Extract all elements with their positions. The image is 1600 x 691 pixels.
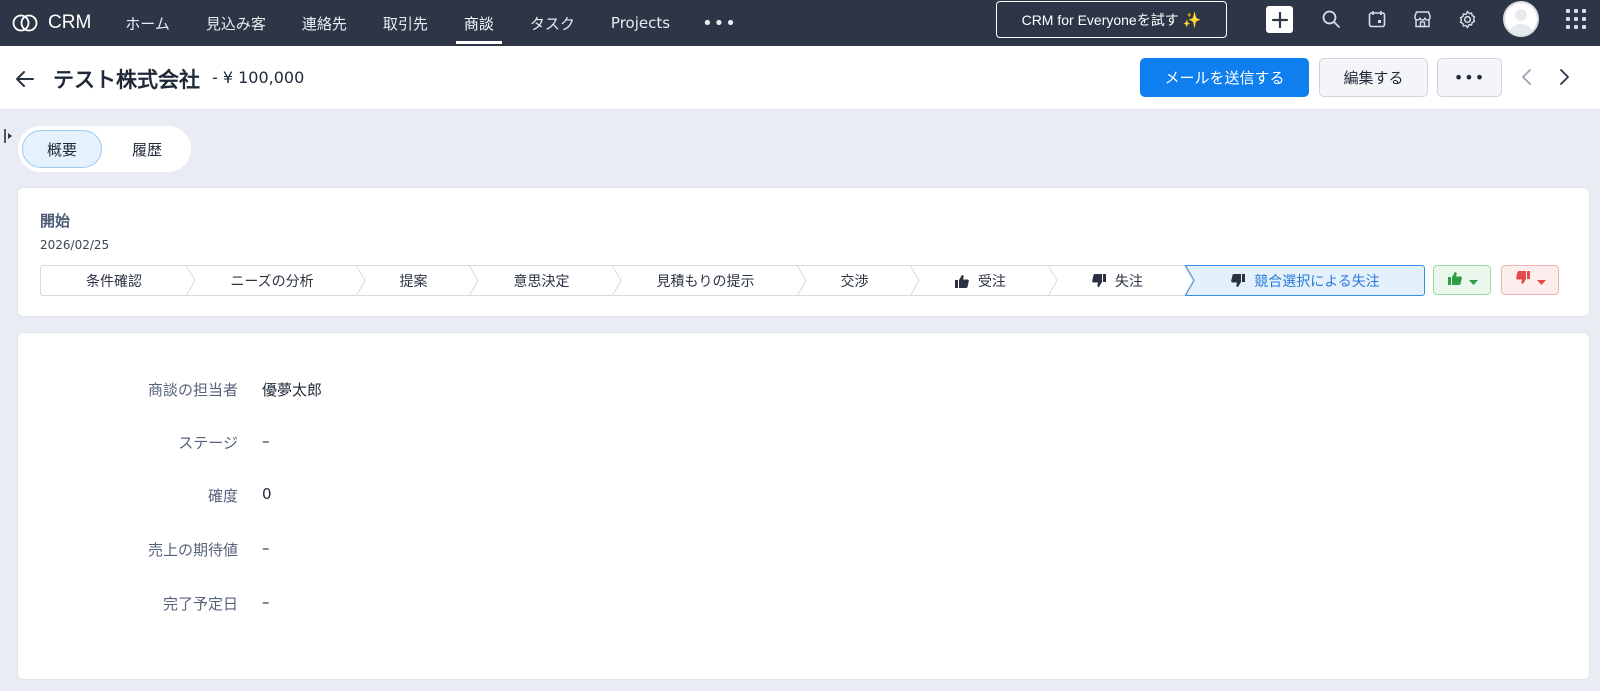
nav-item-tasks[interactable]: タスク xyxy=(512,0,593,46)
stage-label: 条件確認 xyxy=(86,273,142,290)
stage-step[interactable]: 見積もりの提示 xyxy=(613,265,807,296)
thumbs-down-icon xyxy=(1230,273,1246,289)
field-value[interactable]: – xyxy=(262,432,270,450)
field-label: 売上の期待値 xyxy=(147,541,238,559)
stage-step-won[interactable]: 受注 xyxy=(911,265,1058,296)
stage-start-label: 開始 xyxy=(40,212,71,230)
stage-label: 交渉 xyxy=(840,273,869,290)
record-amount: - ¥ 100,000 xyxy=(212,68,305,87)
stage-label: 見積もりの提示 xyxy=(656,273,755,290)
stage-step[interactable]: 交渉 xyxy=(798,265,920,296)
stage-label: ニーズの分析 xyxy=(230,273,314,290)
stage-start-date: 2026/02/25 xyxy=(40,238,110,252)
stage-card: 開始 2026/02/25 条件確認 ニーズの分析 提案 意思決定 見積もりの提… xyxy=(17,187,1590,317)
stage-label: 失注 xyxy=(1115,273,1143,290)
try-crm-for-everyone-button[interactable]: CRM for Everyoneを試す ✨ xyxy=(996,1,1227,38)
apps-grid-icon[interactable] xyxy=(1566,9,1586,29)
thumbs-down-icon xyxy=(1091,273,1107,289)
brand-name: CRM xyxy=(48,12,92,33)
sparkle-icon: ✨ xyxy=(1182,11,1202,29)
field-row-expected-revenue: 売上の期待値 – xyxy=(18,539,918,563)
field-value[interactable]: 0 xyxy=(262,485,272,503)
crm-logo-icon xyxy=(12,14,38,32)
next-record-icon[interactable] xyxy=(1553,66,1575,88)
thumbs-up-icon xyxy=(954,273,970,289)
nav-item-leads[interactable]: 見込み客 xyxy=(188,0,284,46)
caret-down-icon xyxy=(1536,271,1546,290)
field-row-closing-date: 完了予定日 – xyxy=(18,593,918,617)
mark-lost-button[interactable] xyxy=(1501,265,1559,295)
try-button-label: CRM for Everyoneを試す xyxy=(1021,11,1179,28)
field-label: ステージ xyxy=(178,434,238,452)
plus-icon[interactable] xyxy=(1266,6,1293,33)
mark-won-button[interactable] xyxy=(1433,265,1491,295)
stage-pipeline: 条件確認 ニーズの分析 提案 意思決定 見積もりの提示 交渉 受注 失注 競合選… xyxy=(40,265,1425,296)
stage-step[interactable]: ニーズの分析 xyxy=(187,265,366,296)
tab-overview[interactable]: 概要 xyxy=(22,130,102,168)
record-tabs: 概要 履歴 xyxy=(18,126,191,172)
stage-step-lost-to-competitor[interactable]: 競合選択による失注 xyxy=(1185,265,1425,296)
deal-details-card: 商談の担当者 優夢太郎 ステージ – 確度 0 売上の期待値 – 完了予定日 – xyxy=(17,332,1590,680)
thumbs-up-icon xyxy=(1447,270,1463,290)
top-navigation-bar: CRM ホーム 見込み客 連絡先 取引先 商談 タスク Projects •••… xyxy=(0,0,1600,46)
stage-label: 受注 xyxy=(978,273,1006,290)
field-value[interactable]: – xyxy=(262,593,270,611)
previous-record-icon[interactable] xyxy=(1516,66,1538,88)
nav-item-accounts[interactable]: 取引先 xyxy=(365,0,446,46)
search-icon[interactable] xyxy=(1320,0,1342,38)
field-value[interactable]: – xyxy=(262,539,270,557)
tab-history[interactable]: 履歴 xyxy=(110,130,184,168)
stage-step[interactable]: 条件確認 xyxy=(40,265,196,296)
stage-label: 提案 xyxy=(399,273,428,290)
field-label: 確度 xyxy=(207,487,238,505)
field-row-probability: 確度 0 xyxy=(18,485,918,509)
back-arrow-icon[interactable] xyxy=(14,68,36,90)
nav-item-contacts[interactable]: 連絡先 xyxy=(284,0,365,46)
caret-down-icon xyxy=(1468,271,1478,290)
nav-more-button[interactable]: ••• xyxy=(688,0,751,46)
marketplace-icon[interactable] xyxy=(1411,0,1433,38)
avatar[interactable] xyxy=(1503,1,1539,37)
calendar-icon[interactable] xyxy=(1366,0,1388,38)
sidebar-toggle-icon[interactable] xyxy=(4,128,14,144)
more-actions-button[interactable]: ••• xyxy=(1437,58,1502,97)
settings-icon[interactable] xyxy=(1456,0,1478,38)
field-row-stage: ステージ – xyxy=(18,432,918,456)
send-email-button[interactable]: メールを送信する xyxy=(1140,58,1309,97)
field-row-deal-owner: 商談の担当者 優夢太郎 xyxy=(18,379,918,403)
field-label: 完了予定日 xyxy=(162,595,238,613)
field-label: 商談の担当者 xyxy=(147,381,238,399)
stage-label: 意思決定 xyxy=(513,273,570,290)
field-value[interactable]: 優夢太郎 xyxy=(262,379,322,400)
record-header: テスト株式会社 - ¥ 100,000 メールを送信する 編集する ••• xyxy=(0,46,1600,110)
stage-step-lost[interactable]: 失注 xyxy=(1049,265,1194,296)
stage-label: 競合選択による失注 xyxy=(1254,273,1380,290)
stage-step[interactable]: 提案 xyxy=(357,265,479,296)
record-title: テスト株式会社 xyxy=(53,68,200,92)
stage-step[interactable]: 意思決定 xyxy=(470,265,622,296)
main-nav: ホーム 見込み客 連絡先 取引先 商談 タスク Projects ••• xyxy=(107,0,751,46)
thumbs-down-icon xyxy=(1515,270,1531,290)
edit-button[interactable]: 編集する xyxy=(1319,58,1428,97)
nav-item-home[interactable]: ホーム xyxy=(107,0,188,46)
nav-item-deals[interactable]: 商談 xyxy=(446,0,512,46)
nav-item-projects[interactable]: Projects xyxy=(593,0,688,46)
brand[interactable]: CRM xyxy=(12,0,91,46)
